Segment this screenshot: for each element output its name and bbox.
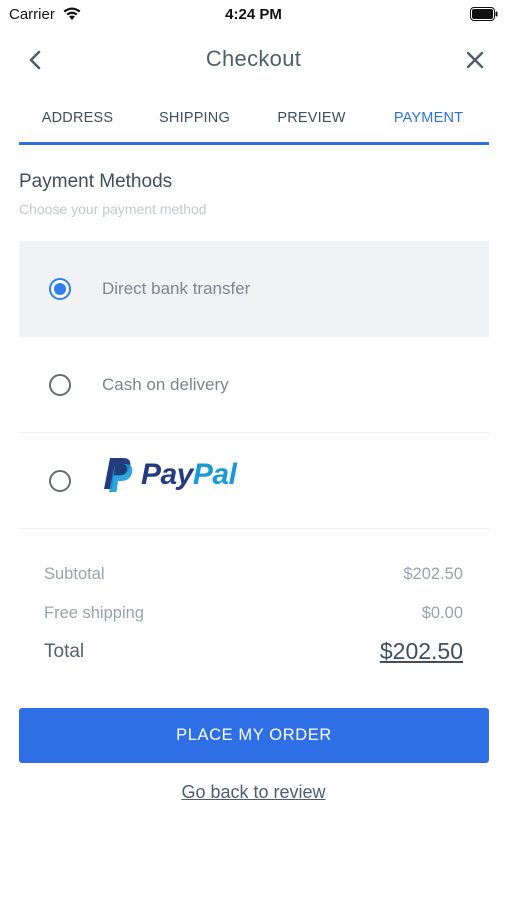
total-label: Total (44, 641, 85, 662)
payment-option-label: Direct bank transfer (102, 279, 251, 298)
status-time: 4:24 PM (225, 6, 282, 23)
paypal-logo-pal: Pal (192, 458, 237, 491)
tab-preview[interactable]: PREVIEW (253, 110, 370, 126)
radio-selected-icon[interactable] (49, 278, 71, 300)
shipping-row: Free shipping $0.00 (44, 602, 463, 641)
page-title: Checkout (205, 46, 302, 71)
section-title: Payment Methods (19, 171, 173, 192)
shipping-value: $0.00 (421, 604, 463, 622)
paypal-logo-pay: Pay (141, 458, 193, 491)
status-bar: Carrier 4:24 PM (0, 0, 507, 28)
total-value: $202.50 (379, 638, 463, 664)
close-icon (466, 51, 484, 69)
paypal-logo: PayPal (101, 455, 237, 495)
radio-unselected-icon[interactable] (49, 374, 71, 396)
tab-address[interactable]: ADDRESS (19, 110, 136, 126)
shipping-label: Free shipping (44, 604, 144, 622)
subtotal-value: $202.50 (403, 565, 463, 583)
payment-option-paypal[interactable]: PayPal (19, 433, 489, 529)
checkout-steps-tabs: ADDRESS SHIPPING PREVIEW PAYMENT (19, 106, 489, 146)
go-back-to-review-link[interactable]: Go back to review (0, 782, 507, 803)
order-totals: Subtotal $202.50 Free shipping $0.00 Tot… (44, 563, 463, 680)
subtotal-row: Subtotal $202.50 (44, 563, 463, 602)
total-row: Total $202.50 (44, 638, 463, 680)
section-subtitle: Choose your payment method (19, 201, 207, 217)
payment-methods-list: Direct bank transfer Cash on delivery Pa… (19, 241, 489, 529)
battery-icon (470, 7, 498, 26)
radio-unselected-icon[interactable] (49, 470, 71, 492)
payment-option-cash-on-delivery[interactable]: Cash on delivery (19, 337, 489, 433)
tab-payment[interactable]: PAYMENT (370, 110, 487, 126)
payment-option-bank-transfer[interactable]: Direct bank transfer (19, 241, 489, 337)
paypal-icon (104, 458, 133, 492)
tabs-progress-bar (19, 142, 489, 145)
place-order-button[interactable]: PLACE MY ORDER (19, 708, 489, 763)
tab-shipping[interactable]: SHIPPING (136, 110, 253, 126)
subtotal-label: Subtotal (44, 565, 105, 583)
payment-option-label: Cash on delivery (102, 375, 229, 394)
navigation-bar: Checkout (0, 40, 507, 80)
close-button[interactable] (461, 46, 489, 74)
